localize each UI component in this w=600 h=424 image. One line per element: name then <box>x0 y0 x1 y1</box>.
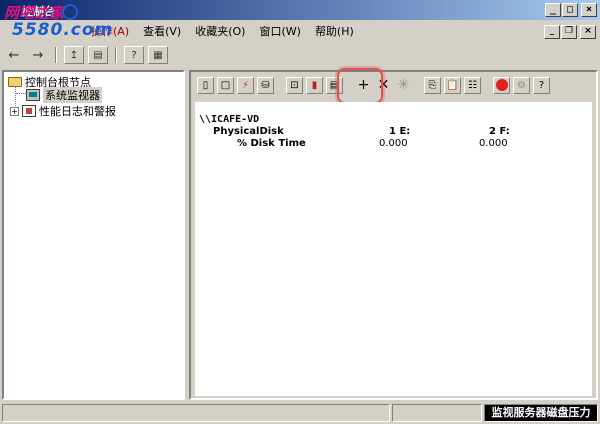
minimize-button[interactable]: _ <box>545 3 561 17</box>
highlight-icon[interactable]: ✳ <box>395 76 412 94</box>
view-log-data-icon[interactable]: ⛁ <box>257 76 274 94</box>
status-bar: 监视服务器磁盘压力 <box>0 402 600 424</box>
menu-view[interactable]: 查看(V) <box>136 23 188 41</box>
view-report-icon[interactable]: ▤ <box>326 76 343 94</box>
clear-display-icon[interactable]: □ <box>217 76 234 94</box>
report-view: \\ICAFE-VD PhysicalDisk % Disk Time 1 E:… <box>195 102 592 396</box>
report-instance: 1 E: <box>389 126 411 137</box>
console-tree: 控制台根节点 系统监视器 + 性能日志和警报 <box>2 70 185 400</box>
new-counter-set-icon[interactable]: ▯ <box>197 76 214 94</box>
menu-help[interactable]: 帮助(H) <box>308 23 361 41</box>
watermark-circle-icon <box>62 4 78 20</box>
report-counter: % Disk Time <box>237 138 306 149</box>
close-button[interactable]: × <box>581 3 597 17</box>
tree-item-label: 性能日志和警报 <box>39 105 116 118</box>
copy-properties-icon[interactable]: ⎘ <box>424 76 441 94</box>
watermark-line2: 5580.com <box>12 20 114 40</box>
status-caption: 监视服务器磁盘压力 <box>484 404 598 422</box>
freeze-display-icon[interactable] <box>493 76 510 94</box>
title-bar: 控制台 _ □ × <box>0 0 600 20</box>
toolbar-separator <box>115 47 117 63</box>
menu-favorites[interactable]: 收藏夹(O) <box>188 23 252 41</box>
window-controls: _ □ × <box>545 3 597 17</box>
system-monitor-icon <box>26 89 40 101</box>
report-value: 0.000 <box>379 138 408 149</box>
tree-item-perf-logs[interactable]: + 性能日志和警报 <box>10 103 116 119</box>
main-toolbar: ← → ↥ ▤ ? ▦ <box>0 44 600 66</box>
paste-counter-list-icon[interactable]: 📋 <box>444 76 461 94</box>
console-window-icon[interactable]: ▦ <box>148 46 168 64</box>
status-panel <box>2 404 390 422</box>
delete-counter-icon[interactable]: ✕ <box>375 76 392 94</box>
report-host: \\ICAFE-VD <box>199 114 260 125</box>
mdi-close-button[interactable]: × <box>580 25 596 39</box>
update-data-icon[interactable]: ⚙ <box>513 76 530 94</box>
view-graph-icon[interactable]: ⊡ <box>286 76 303 94</box>
status-panel <box>392 404 482 422</box>
mdi-controls: _ ❐ × <box>544 25 596 39</box>
tree-item-label: 系统监视器 <box>43 87 102 103</box>
report-object: PhysicalDisk <box>213 126 284 137</box>
report-value: 0.000 <box>479 138 508 149</box>
maximize-button[interactable]: □ <box>562 3 578 17</box>
menu-window[interactable]: 窗口(W) <box>252 23 307 41</box>
expand-plus-icon[interactable]: + <box>10 106 19 116</box>
report-instance: 2 F: <box>489 126 510 137</box>
help-icon[interactable]: ? <box>124 46 144 64</box>
system-monitor-pane: ▯ □ ⚡ ⛁ ⊡ ▮ ▤ + ✕ ✳ ⎘ 📋 ☷ ⚙ ? \\ICAFE-VD… <box>189 68 598 400</box>
back-arrow-icon[interactable]: ← <box>4 46 24 64</box>
view-histogram-icon[interactable]: ▮ <box>306 76 323 94</box>
mdi-restore-button[interactable]: ❐ <box>561 25 577 39</box>
system-monitor-toolbar: ▯ □ ⚡ ⛁ ⊡ ▮ ▤ + ✕ ✳ ⎘ 📋 ☷ ⚙ ? <box>191 72 596 98</box>
perf-logs-icon <box>22 105 36 117</box>
view-current-activity-icon[interactable]: ⚡ <box>237 76 254 94</box>
properties-icon[interactable]: ☷ <box>464 76 481 94</box>
toolbar-separator <box>55 47 57 63</box>
forward-arrow-icon[interactable]: → <box>28 46 48 64</box>
watermark-logo: 网吧之家 5580.com <box>2 2 112 42</box>
add-counter-icon[interactable]: + <box>355 76 372 94</box>
help-icon[interactable]: ? <box>533 76 550 94</box>
up-folder-icon[interactable]: ↥ <box>64 46 84 64</box>
show-tree-icon[interactable]: ▤ <box>88 46 108 64</box>
tree-item-system-monitor[interactable]: 系统监视器 <box>26 87 102 103</box>
mdi-minimize-button[interactable]: _ <box>544 25 560 39</box>
